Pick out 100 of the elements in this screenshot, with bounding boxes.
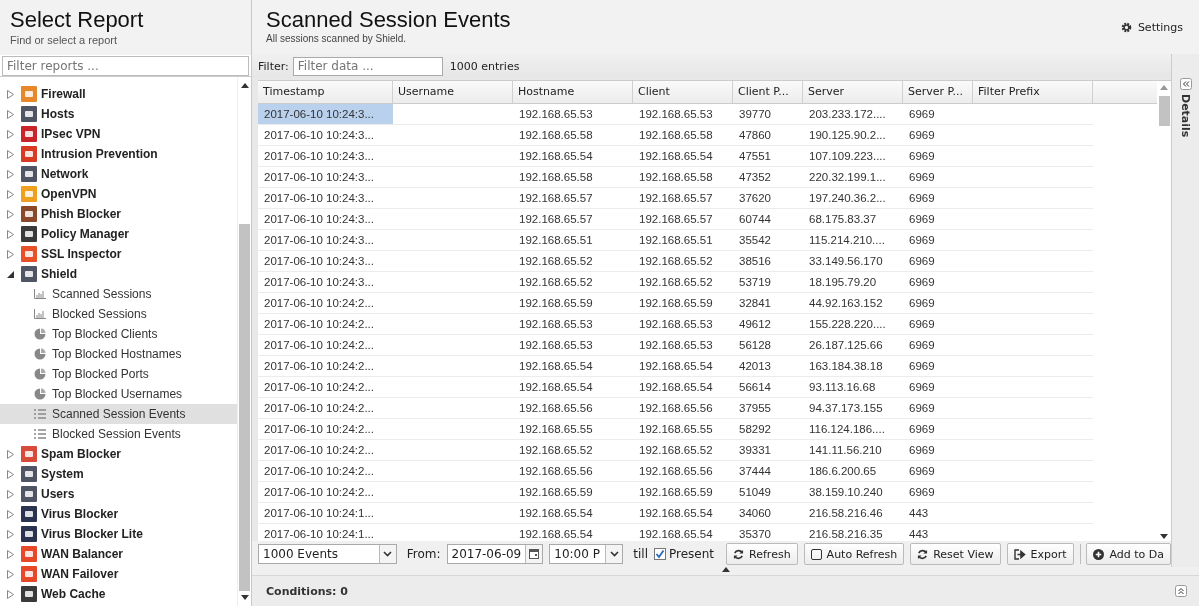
report-item[interactable]: Blocked Sessions xyxy=(0,304,237,324)
column-header[interactable]: Username xyxy=(393,81,513,104)
table-cell: 192.168.65.52 xyxy=(519,444,593,457)
table-cell[interactable]: 2017-06-10 10:24:2... xyxy=(258,461,393,482)
table-cell: 192.168.65.58 xyxy=(519,129,593,142)
tree-item[interactable]: Hosts xyxy=(41,107,75,121)
tree-item[interactable]: System xyxy=(41,467,84,481)
report-item[interactable]: Scanned Session Events xyxy=(0,404,237,424)
toolbar-button[interactable]: Export xyxy=(1006,543,1074,566)
table-cell: 192.168.65.52 xyxy=(639,276,713,289)
scroll-thumb[interactable] xyxy=(1158,96,1170,127)
tree-item[interactable]: Spam Blocker xyxy=(41,447,122,461)
table-cell: 107.109.223.... xyxy=(809,150,886,163)
expander-icon[interactable] xyxy=(6,269,15,279)
events-dropdown[interactable]: 1000 Events xyxy=(258,544,397,565)
pie-chart-icon xyxy=(34,368,46,380)
tree-item[interactable]: Intrusion Prevention xyxy=(41,147,158,161)
report-item[interactable]: Top Blocked Ports xyxy=(0,364,237,384)
table-cell: 192.168.65.59 xyxy=(639,486,713,499)
column-header[interactable]: Server xyxy=(803,81,903,104)
column-header[interactable]: Filter Prefix xyxy=(973,81,1093,104)
report-item[interactable]: Blocked Session Events xyxy=(0,424,237,444)
table-cell[interactable]: 2017-06-10 10:24:3... xyxy=(258,230,393,251)
table-cell[interactable]: 2017-06-10 10:24:1... xyxy=(258,503,393,524)
tree-item[interactable]: IPsec VPN xyxy=(41,127,101,141)
column-header[interactable]: Client xyxy=(633,81,733,104)
checkbox-icon[interactable] xyxy=(654,548,667,561)
table-cell: 190.125.90.2... xyxy=(809,129,886,142)
table-cell[interactable]: 2017-06-10 10:24:1... xyxy=(258,524,393,542)
report-item[interactable]: Scanned Sessions xyxy=(0,284,237,304)
table-cell[interactable]: 2017-06-10 10:24:3... xyxy=(258,272,393,293)
tree-item[interactable]: Shield xyxy=(41,267,77,281)
tree-item[interactable]: Policy Manager xyxy=(41,227,130,241)
report-item[interactable]: Top Blocked Hostnames xyxy=(0,344,237,364)
table-cell[interactable]: 2017-06-10 10:24:3... xyxy=(258,104,393,125)
table-cell[interactable]: 2017-06-10 10:24:3... xyxy=(258,251,393,272)
table-cell: 56614 xyxy=(739,381,771,394)
report-item[interactable]: Top Blocked Clients xyxy=(0,324,237,344)
scroll-down-icon[interactable] xyxy=(240,595,249,600)
table-cell[interactable]: 2017-06-10 10:24:2... xyxy=(258,335,393,356)
table-cell[interactable]: 2017-06-10 10:24:3... xyxy=(258,146,393,167)
toolbar-button[interactable]: Auto Refresh xyxy=(803,543,905,566)
details-tab[interactable]: Details xyxy=(1179,94,1192,138)
scroll-up-icon[interactable] xyxy=(240,83,249,88)
tree-item[interactable]: Firewall xyxy=(41,87,86,101)
collapse-icon[interactable] xyxy=(1179,78,1192,90)
tree-item[interactable]: Virus Blocker Lite xyxy=(41,527,143,541)
table-cell[interactable]: 2017-06-10 10:24:3... xyxy=(258,125,393,146)
tree-item[interactable]: Users xyxy=(41,487,75,501)
tree-item[interactable]: OpenVPN xyxy=(41,187,97,201)
table-cell[interactable]: 2017-06-10 10:24:2... xyxy=(258,377,393,398)
table-cell: 6969 xyxy=(909,150,935,163)
scroll-thumb[interactable] xyxy=(239,224,250,591)
column-header[interactable]: Server P... xyxy=(903,81,973,104)
list-icon xyxy=(34,409,46,419)
table-cell[interactable]: 2017-06-10 10:24:2... xyxy=(258,482,393,503)
table-cell[interactable]: 2017-06-10 10:24:3... xyxy=(258,209,393,230)
table-cell: 192.168.65.56 xyxy=(639,402,713,415)
toolbar-button[interactable]: Add to Da xyxy=(1086,543,1171,566)
filter-reports-field[interactable]: Filter reports ... xyxy=(2,56,249,76)
table-cell: 192.168.65.52 xyxy=(519,255,593,268)
table-cell[interactable]: 2017-06-10 10:24:2... xyxy=(258,398,393,419)
toolbar-button[interactable]: Refresh xyxy=(726,543,798,566)
tree-item[interactable]: Phish Blocker xyxy=(41,207,122,221)
table-cell: 6969 xyxy=(909,423,935,436)
tree-item[interactable]: Web Cache xyxy=(41,587,106,601)
caret-icon xyxy=(609,551,619,558)
column-header[interactable]: Client P... xyxy=(733,81,803,104)
table-cell: 37444 xyxy=(739,465,771,478)
table-cell: 37620 xyxy=(739,192,771,205)
filter-data-field[interactable]: Filter data ... xyxy=(292,56,443,76)
table-cell: 37955 xyxy=(739,402,771,415)
column-header[interactable]: Hostname xyxy=(513,81,633,104)
table-cell[interactable]: 2017-06-10 10:24:2... xyxy=(258,356,393,377)
tree-item[interactable]: Network xyxy=(41,167,89,181)
table-cell[interactable]: 2017-06-10 10:24:2... xyxy=(258,440,393,461)
table-cell[interactable]: 2017-06-10 10:24:3... xyxy=(258,188,393,209)
report-item[interactable]: Top Blocked Usernames xyxy=(0,384,237,404)
present-checkbox[interactable]: Present xyxy=(654,547,715,562)
date-field[interactable]: 2017-06-09 xyxy=(446,544,544,565)
table-cell[interactable]: 2017-06-10 10:24:3... xyxy=(258,167,393,188)
toolbar-button[interactable]: Reset View xyxy=(910,543,1001,566)
tree-item[interactable]: Virus Blocker xyxy=(41,507,119,521)
table-cell[interactable]: 2017-06-10 10:24:2... xyxy=(258,314,393,335)
settings-icon xyxy=(1120,22,1132,33)
tree-item[interactable]: WAN Balancer xyxy=(41,547,124,561)
tree-item[interactable]: SSL Inspector xyxy=(41,247,122,261)
table-cell: 192.168.65.54 xyxy=(639,507,713,520)
table-cell[interactable]: 2017-06-10 10:24:2... xyxy=(258,293,393,314)
table-cell: 192.168.65.54 xyxy=(639,528,713,541)
settings-button[interactable]: Settings xyxy=(1116,19,1187,36)
table-cell[interactable]: 2017-06-10 10:24:2... xyxy=(258,419,393,440)
tree-item[interactable]: WAN Failover xyxy=(41,567,119,581)
column-header[interactable]: Timestamp xyxy=(258,81,393,104)
table-cell: 6969 xyxy=(909,255,935,268)
time-field[interactable]: 10:00 P xyxy=(549,544,624,565)
table-cell: 6969 xyxy=(909,108,935,121)
table-cell: 32841 xyxy=(739,297,771,310)
expand-icon[interactable] xyxy=(1175,585,1187,597)
table-cell: 35370 xyxy=(739,528,771,541)
